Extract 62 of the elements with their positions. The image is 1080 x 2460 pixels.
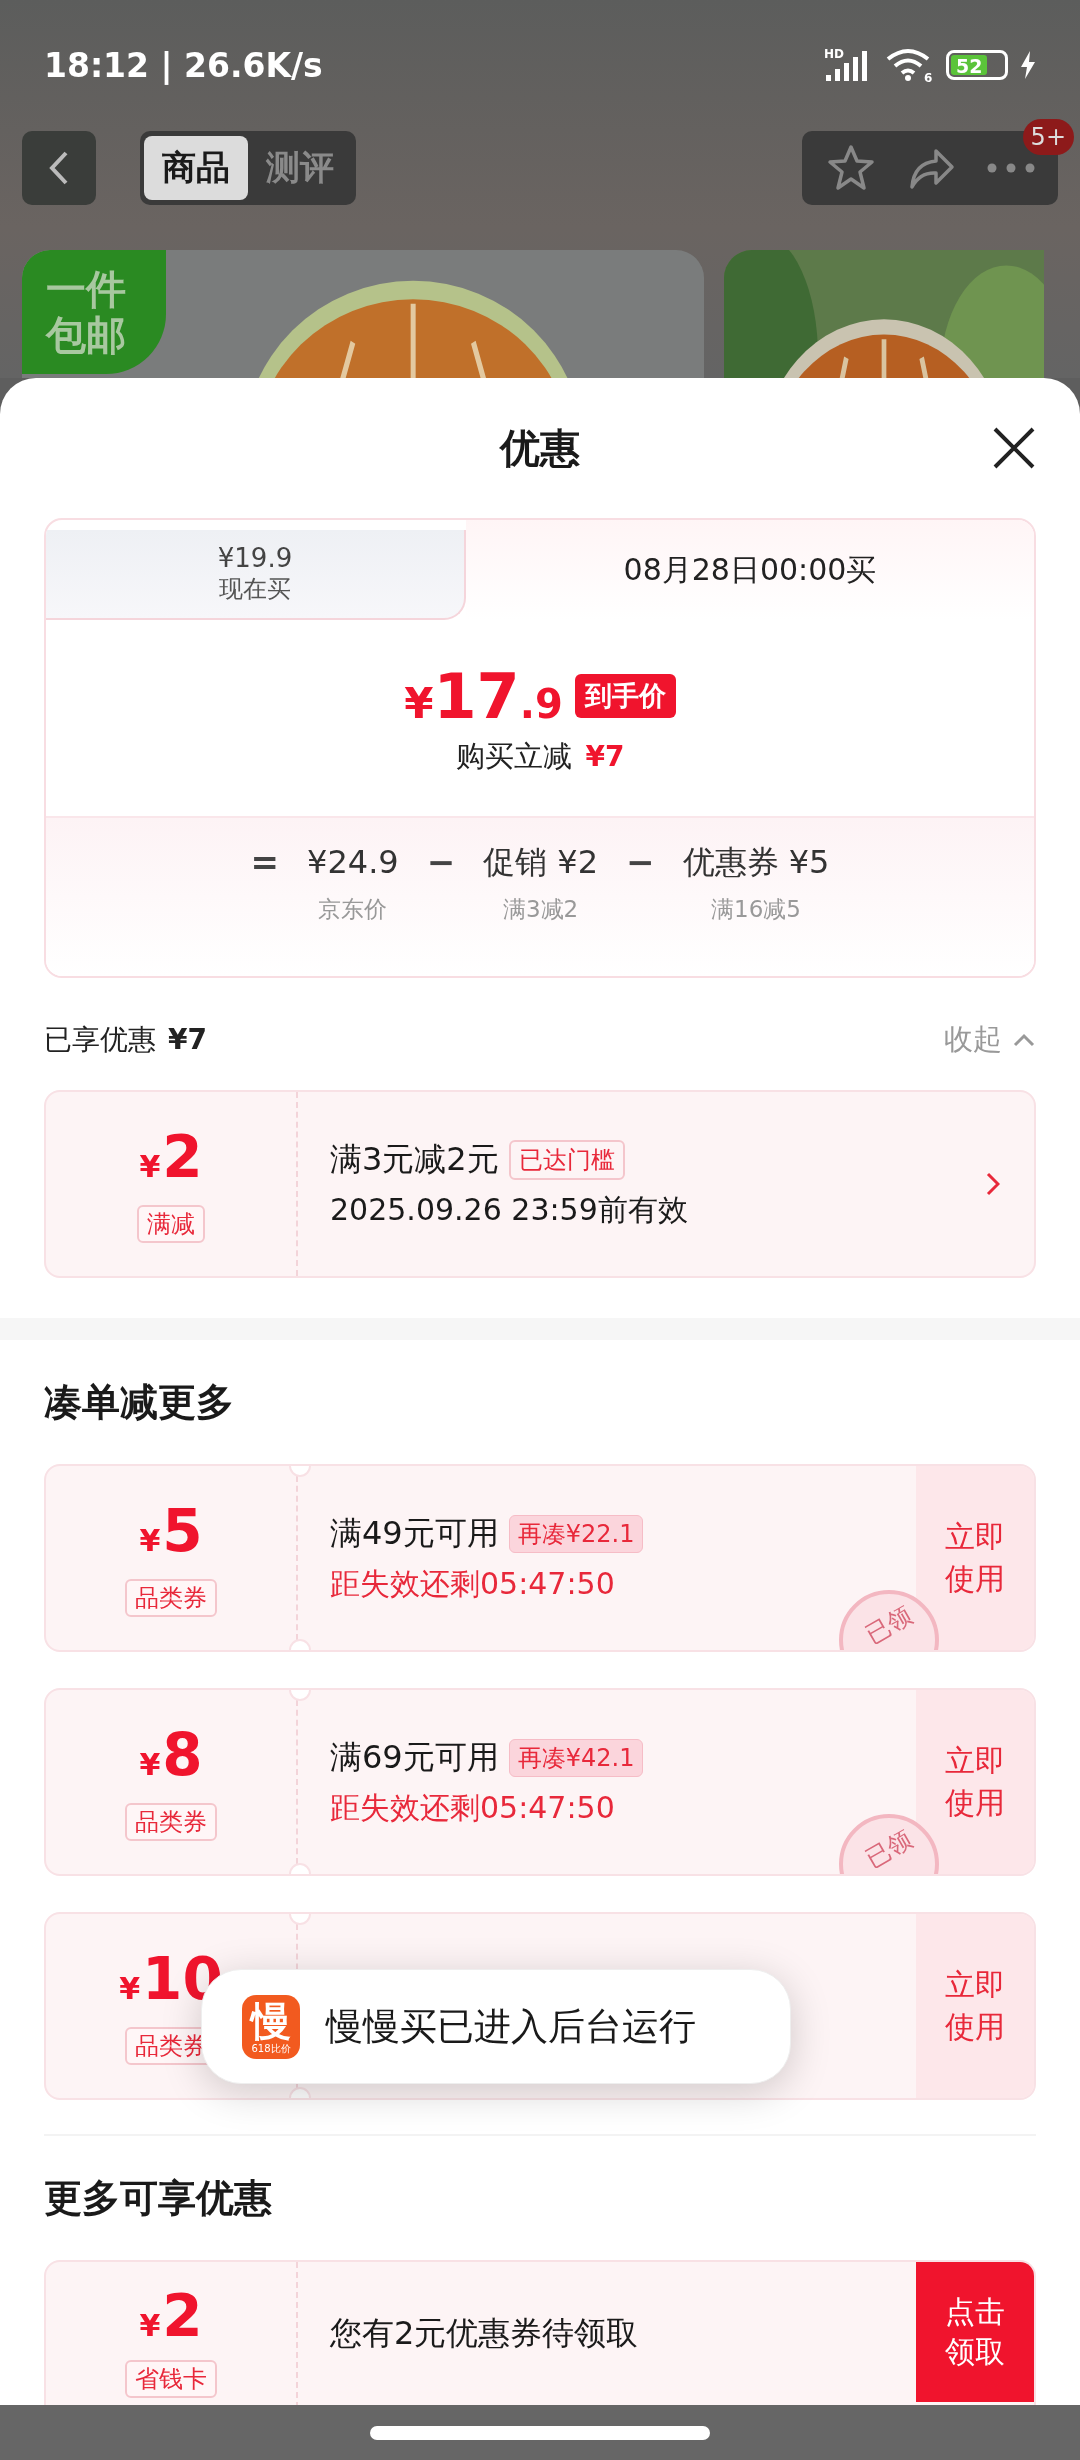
operator-sign: − bbox=[626, 842, 655, 882]
nav-tab[interactable]: 商品 bbox=[144, 135, 248, 200]
operator-sign: − bbox=[426, 842, 456, 882]
saving-amount: ¥7 bbox=[585, 739, 625, 773]
price-tab[interactable]: ¥19.9 现在买 bbox=[46, 530, 466, 620]
coupon-card[interactable]: ¥2 满减 满3元减2元 已达门槛 2025.09.26 23:59前有效 bbox=[44, 1090, 1036, 1278]
back-button[interactable] bbox=[22, 130, 96, 205]
toast-message: 慢慢买已进入后台运行 bbox=[326, 2003, 696, 2050]
charging-icon bbox=[1020, 51, 1036, 79]
more-icon bbox=[986, 161, 1036, 174]
price-term-note: 满16减5 bbox=[711, 895, 801, 924]
close-icon bbox=[992, 426, 1036, 470]
section-title: 凑单减更多 bbox=[43, 1378, 235, 1426]
price-term: 促销 ¥2 bbox=[483, 842, 599, 882]
price-term-note: 满3减2 bbox=[502, 895, 579, 924]
applied-discount-label: 已享优惠 ¥7 bbox=[44, 1022, 207, 1058]
app-icon: 慢 618比价 bbox=[242, 1994, 300, 2059]
saving-label: 购买立减 bbox=[455, 737, 572, 775]
nav-tab[interactable]: 测评 bbox=[248, 135, 352, 200]
coupon-type: 省钱卡 bbox=[125, 2360, 217, 2398]
collapse-toggle[interactable]: 收起 bbox=[944, 1020, 1036, 1060]
battery-icon: 52 bbox=[946, 50, 1008, 80]
operator-sign: = bbox=[250, 842, 280, 882]
coupon-countdown: 距失效还剩05:47:50 bbox=[330, 1788, 616, 1827]
coupon-condition: 满69元可用 bbox=[330, 1736, 499, 1778]
coupon-amount: ¥2 bbox=[139, 2284, 203, 2352]
star-icon bbox=[826, 142, 876, 193]
home-indicator[interactable] bbox=[370, 2425, 710, 2440]
chevron-right-icon bbox=[986, 1172, 1000, 1196]
coupon-type: 品类券 bbox=[125, 1803, 217, 1841]
claimed-stamp: 已领 bbox=[839, 1590, 939, 1650]
coupon-tag: 再凑¥22.1 bbox=[508, 1514, 644, 1553]
use-now-button[interactable]: 立即使用 bbox=[916, 1466, 1034, 1650]
coupon-tag: 已达门槛 bbox=[508, 1139, 625, 1180]
coupon-condition: 满49元可用 bbox=[330, 1512, 499, 1554]
coupon-amount: ¥5 bbox=[139, 1499, 203, 1567]
use-now-button[interactable]: 立即使用 bbox=[916, 1914, 1034, 2098]
coupon-condition: 满3元减2元 bbox=[330, 1138, 499, 1180]
status-time: 18:12 | 26.6K/s bbox=[44, 45, 323, 85]
price-term: ¥24.9 bbox=[307, 842, 399, 882]
notification-badge: 5+ bbox=[1022, 118, 1074, 155]
price-term-note: 京东价 bbox=[318, 895, 388, 924]
offer-text: 您有2元优惠券待领取 bbox=[330, 2313, 640, 2354]
price-term: 优惠券 ¥5 bbox=[682, 842, 830, 882]
claimed-stamp: 已领 bbox=[839, 1814, 939, 1874]
claim-button[interactable]: 点击领取 bbox=[916, 2262, 1034, 2402]
chevron-icon bbox=[1012, 1032, 1036, 1048]
free-shipping-badge: 一件 包邮 bbox=[22, 250, 166, 374]
section-title: 更多可享优惠 bbox=[43, 2174, 273, 2222]
coupon-tag: 再凑¥42.1 bbox=[508, 1738, 644, 1777]
coupon-amount: ¥2 bbox=[139, 1125, 203, 1193]
coupon-validity: 2025.09.26 23:59前有效 bbox=[330, 1190, 689, 1229]
close-button[interactable] bbox=[992, 426, 1036, 470]
coupon-type: 品类券 bbox=[125, 1579, 217, 1617]
coupon-type: 满减 bbox=[137, 1205, 205, 1243]
coupon-countdown: 距失效还剩05:47:50 bbox=[330, 1564, 616, 1603]
price-tag: 到手价 bbox=[574, 674, 676, 718]
use-now-button[interactable]: 立即使用 bbox=[916, 1690, 1034, 1874]
final-price: ¥17.9 bbox=[404, 659, 563, 733]
coupon-amount: ¥8 bbox=[139, 1723, 203, 1791]
sheet-title: 优惠 bbox=[500, 423, 580, 473]
back-icon bbox=[48, 149, 70, 186]
